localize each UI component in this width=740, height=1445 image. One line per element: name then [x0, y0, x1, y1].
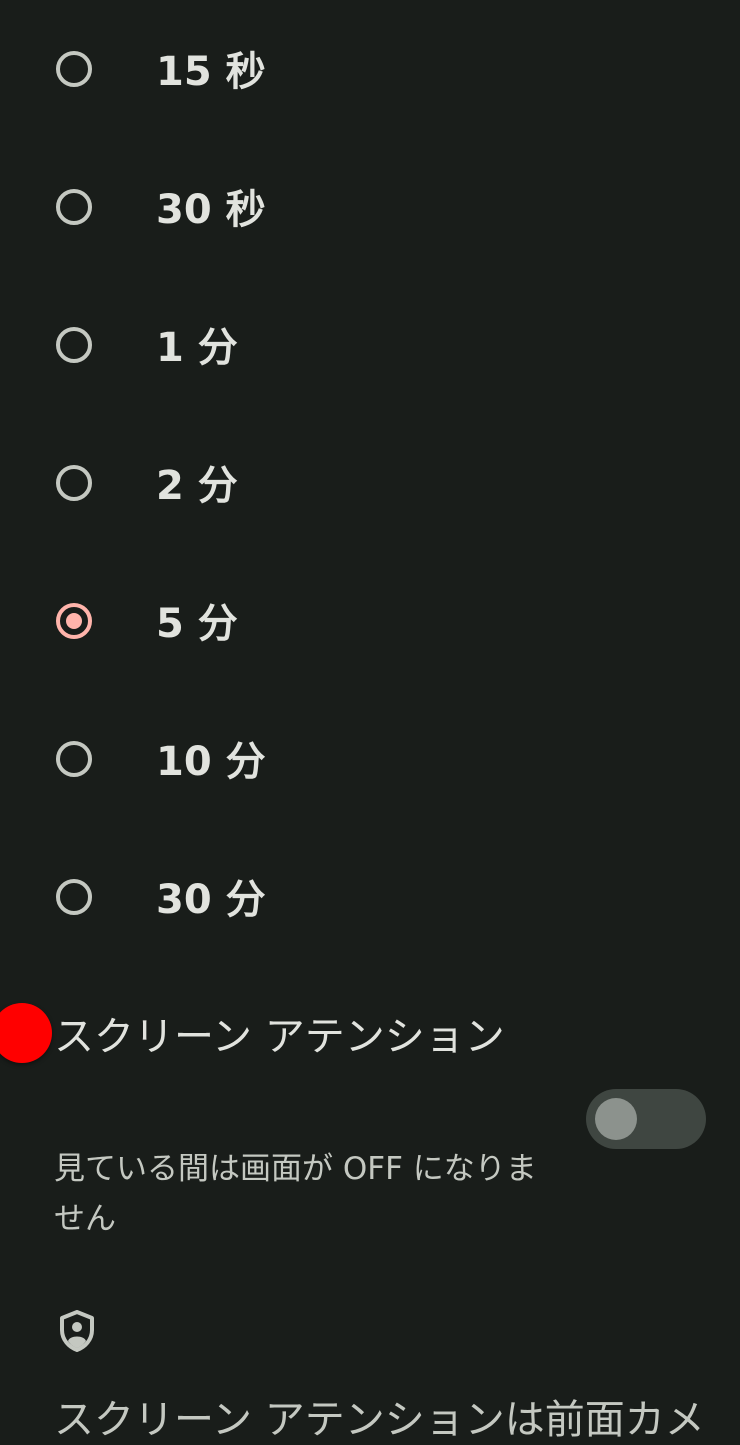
radio-button[interactable]: [56, 879, 92, 915]
timeout-option-label: 5 分: [156, 601, 238, 647]
timeout-option-5m-selected[interactable]: 5 分: [0, 552, 740, 690]
radio-button[interactable]: [56, 741, 92, 777]
timeout-option-label: 30 分: [156, 877, 266, 923]
radio-button[interactable]: [56, 465, 92, 501]
toggle-thumb: [595, 1098, 637, 1140]
radio-button[interactable]: [56, 327, 92, 363]
radio-button[interactable]: [56, 51, 92, 87]
timeout-option-10m[interactable]: 10 分: [0, 690, 740, 828]
timeout-option-15s[interactable]: 15 秒: [0, 0, 740, 138]
timeout-option-label: 2 分: [156, 463, 238, 509]
screen-attention-setting[interactable]: スクリーン アテンション 見ている間は画面が OFF になりません: [0, 1000, 740, 1250]
timeout-option-label: 1 分: [156, 325, 238, 371]
screen-attention-summary: 見ている間は画面が OFF になりません: [54, 1151, 537, 1237]
timeout-option-1m[interactable]: 1 分: [0, 276, 740, 414]
radio-dot: [66, 613, 82, 629]
radio-button[interactable]: [56, 189, 92, 225]
screen-attention-toggle[interactable]: [586, 1089, 706, 1149]
timeout-option-label: 30 秒: [156, 187, 266, 233]
timeout-option-label: 15 秒: [156, 49, 266, 95]
screen-attention-footer-text: スクリーン アテンションは前面カメ: [54, 1397, 705, 1443]
shield-person-icon: [60, 1310, 94, 1352]
timeout-option-30m[interactable]: 30 分: [0, 828, 740, 966]
screen-attention-title: スクリーン アテンション: [54, 1014, 505, 1060]
timeout-option-label: 10 分: [156, 739, 266, 785]
radio-button[interactable]: [56, 603, 92, 639]
timeout-option-2m[interactable]: 2 分: [0, 414, 740, 552]
timeout-option-30s[interactable]: 30 秒: [0, 138, 740, 276]
